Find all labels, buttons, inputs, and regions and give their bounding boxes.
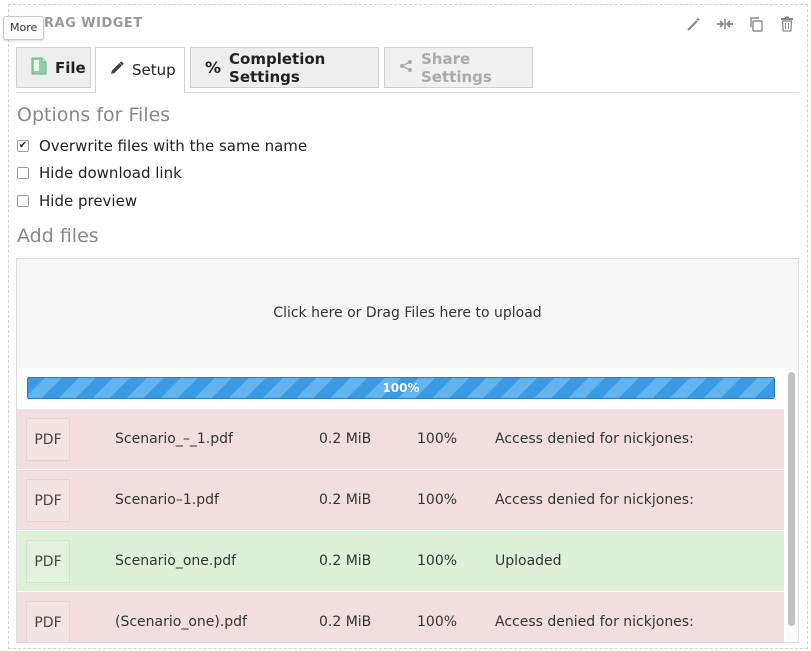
tab-share-settings[interactable]: Share Settings xyxy=(384,47,533,88)
file-status: Access denied for nickjones: xyxy=(495,431,694,447)
compress-icon[interactable] xyxy=(716,15,734,33)
tab-bar: File Setup % Completion Settings Share S… xyxy=(16,47,799,93)
file-row: PDF (Scenario_one).pdf 0.2 MiB 100% Acce… xyxy=(17,591,784,642)
file-status: Uploaded xyxy=(495,553,562,569)
file-status: Access denied for nickjones: xyxy=(495,614,694,630)
hide-download-checkbox[interactable] xyxy=(17,167,29,179)
file-type-thumbnail: PDF xyxy=(26,540,70,583)
overwrite-label: Overwrite files with the same name xyxy=(39,137,308,155)
file-name: Scenario–1.pdf xyxy=(115,492,219,508)
file-name: Scenario_one.pdf xyxy=(115,553,237,569)
pencil-icon xyxy=(110,61,124,79)
scrollbar-thumb[interactable] xyxy=(788,372,795,626)
file-percent: 100% xyxy=(417,614,458,630)
widget-title: RAG WIDGET xyxy=(44,16,143,31)
percent-icon: % xyxy=(205,58,222,77)
file-list-scrollbar[interactable] xyxy=(786,368,798,642)
file-row: PDF Scenario–1.pdf 0.2 MiB 100% Access d… xyxy=(17,469,784,530)
add-files-title: Add files xyxy=(17,225,99,247)
more-tooltip: More xyxy=(3,16,45,40)
overwrite-option[interactable]: ✔ Overwrite files with the same name xyxy=(17,137,307,155)
hide-preview-checkbox[interactable] xyxy=(17,195,29,207)
file-type-thumbnail: PDF xyxy=(26,418,70,461)
file-row: PDF Scenario_one.pdf 0.2 MiB 100% Upload… xyxy=(17,530,784,591)
widget-toolbar xyxy=(685,15,796,33)
file-type-thumbnail: PDF xyxy=(26,601,70,642)
tab-label: File xyxy=(55,58,86,77)
magic-wand-icon[interactable] xyxy=(685,15,703,33)
hide-preview-label: Hide preview xyxy=(39,192,138,210)
file-name: Scenario_–_1.pdf xyxy=(115,431,233,447)
tab-label: Share Settings xyxy=(421,49,492,86)
file-row: PDF Scenario_–_1.pdf 0.2 MiB 100% Access… xyxy=(17,408,784,469)
hide-preview-option[interactable]: Hide preview xyxy=(17,192,137,210)
hide-download-option[interactable]: Hide download link xyxy=(17,164,182,182)
tab-setup[interactable]: Setup xyxy=(95,47,185,93)
tab-label: Completion Settings xyxy=(229,49,326,86)
file-status: Access denied for nickjones: xyxy=(495,492,694,508)
file-icon xyxy=(31,57,47,79)
hide-download-label: Hide download link xyxy=(39,164,182,182)
file-name: (Scenario_one).pdf xyxy=(115,614,247,630)
file-percent: 100% xyxy=(417,431,458,447)
overwrite-checkbox[interactable]: ✔ xyxy=(17,140,29,152)
file-size: 0.2 MiB xyxy=(319,492,372,508)
share-icon xyxy=(399,59,413,77)
upload-file-list: 100% PDF Scenario_–_1.pdf 0.2 MiB 100% A… xyxy=(17,368,798,642)
trash-icon[interactable] xyxy=(778,15,796,33)
upload-progress-bar: 100% xyxy=(27,377,775,399)
tab-label: Setup xyxy=(132,61,176,79)
file-size: 0.2 MiB xyxy=(319,614,372,630)
file-size: 0.2 MiB xyxy=(319,553,372,569)
tab-completion-settings[interactable]: % Completion Settings xyxy=(190,47,379,88)
tab-file[interactable]: File xyxy=(16,47,91,88)
file-type-thumbnail: PDF xyxy=(26,479,70,522)
dropzone-text: Click here or Drag Files here to upload xyxy=(273,305,542,321)
file-percent: 100% xyxy=(417,492,458,508)
upload-dropzone[interactable]: Click here or Drag Files here to upload … xyxy=(16,258,799,643)
file-size: 0.2 MiB xyxy=(319,431,372,447)
file-percent: 100% xyxy=(417,553,458,569)
progress-label: 100% xyxy=(382,381,420,395)
options-title: Options for Files xyxy=(17,104,171,126)
copy-icon[interactable] xyxy=(747,15,765,33)
